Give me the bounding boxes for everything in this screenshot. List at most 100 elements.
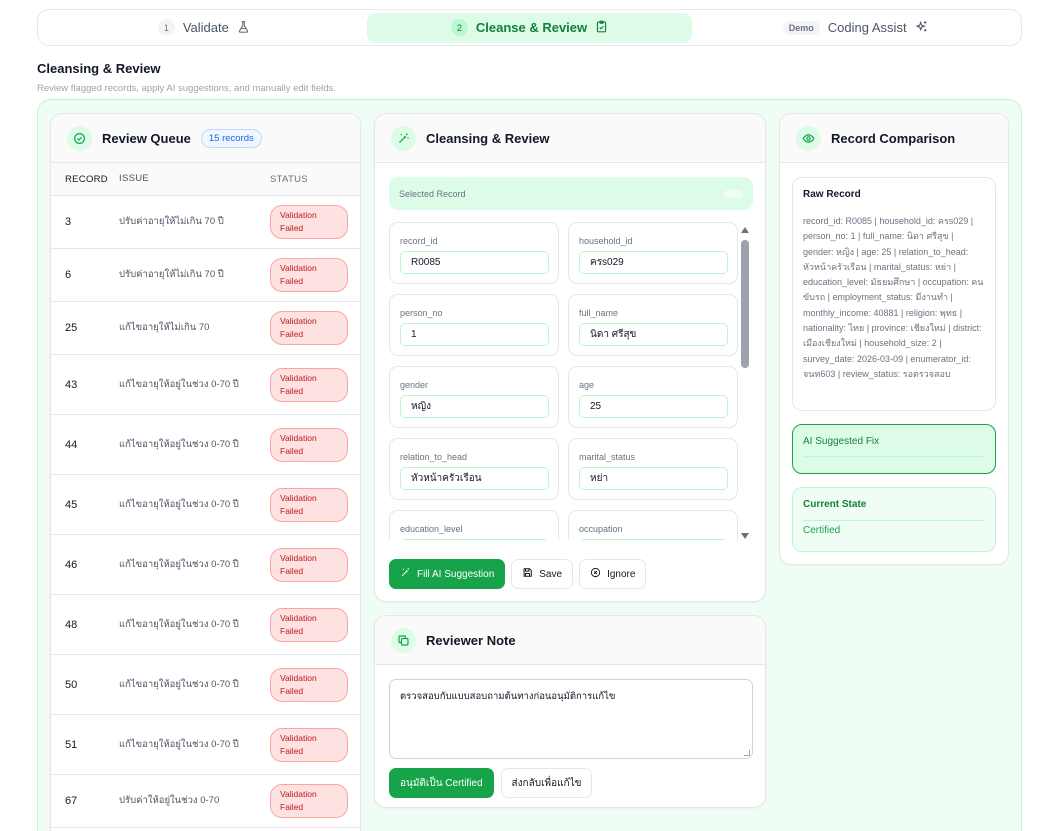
- status-badge: Validation Failed: [270, 487, 348, 522]
- card-title: Reviewer Note: [426, 632, 516, 648]
- table-row[interactable]: 51 แก้ไขอายุให้อยู่ในช่วง 0-70 ปี Validati…: [51, 715, 360, 775]
- selected-record-toggle[interactable]: [724, 189, 743, 198]
- field-relation-to-head: relation_to_head หัวหน้าครัวเรือน: [389, 438, 559, 500]
- status-cell: Validation Failed: [256, 487, 360, 522]
- check-circle-icon: [67, 125, 92, 151]
- household-id-input[interactable]: ครs029: [579, 251, 728, 274]
- demo-badge: Demo: [782, 20, 820, 35]
- issue-cell: ปรับค่าให้อยู่ในช่วง 0-70: [119, 795, 220, 806]
- status-badge: Validation Failed: [270, 667, 348, 702]
- status-cell: Validation Failed: [256, 784, 360, 818]
- resize-handle[interactable]: [744, 750, 750, 756]
- step-number: 2: [450, 19, 468, 36]
- step-label: Coding Assist: [827, 20, 907, 35]
- record-id-cell: 50: [65, 678, 78, 691]
- current-state-title: Current State: [803, 499, 867, 510]
- step-coding-assist[interactable]: Demo Coding Assist: [692, 13, 1018, 43]
- person-no-input[interactable]: 1: [400, 323, 549, 346]
- field-label: household_id: [579, 236, 633, 246]
- table-row[interactable]: 25 แก้ไขอายุให้ไม่เกิน 70 Validation Faile…: [51, 302, 360, 355]
- status-badge: Validation Failed: [270, 205, 348, 239]
- record-fields: record_id R0085 household_id ครs029 pers…: [389, 222, 739, 540]
- status-cell: Validation Failed: [256, 311, 360, 345]
- record-id-cell: 25: [65, 322, 78, 334]
- field-label: person_no: [400, 308, 443, 318]
- field-age: age 25: [568, 366, 738, 428]
- issue-cell: แก้ไขอายุให้อยู่ในช่วง 0-70 ปี: [119, 378, 239, 390]
- status-cell: Validation Failed: [256, 367, 360, 402]
- step-cleanse-review[interactable]: 2 Cleanse & Review: [366, 12, 693, 43]
- marital-status-input[interactable]: หย่า: [579, 467, 728, 490]
- issue-cell: แก้ไขอายุให้ไม่เกิน 70: [119, 322, 210, 333]
- full-name-input[interactable]: นิดา ศรีสุข: [579, 323, 728, 346]
- field-label: age: [579, 380, 595, 390]
- field-label: marital_status: [579, 452, 636, 462]
- field-full-name: full_name นิดา ศรีสุข: [568, 294, 738, 356]
- education-level-input[interactable]: [400, 539, 549, 540]
- copy-icon: [391, 627, 416, 653]
- x-circle-icon: [590, 567, 601, 581]
- gender-input[interactable]: หญิง: [400, 395, 549, 418]
- button-label: Fill AI Suggestion: [417, 568, 495, 580]
- card-header: Record Comparison: [780, 114, 1008, 163]
- sparkles-icon: [915, 20, 928, 36]
- card-header: Reviewer Note: [375, 616, 765, 665]
- card-header: Cleansing & Review: [375, 114, 765, 163]
- reviewer-note-textarea[interactable]: ตรวจสอบกับแบบสอบถามต้นทางก่อนอนุมัติการแ…: [389, 679, 753, 759]
- occupation-input[interactable]: [579, 539, 728, 540]
- table-row[interactable]: 43 แก้ไขอายุให้อยู่ในช่วง 0-70 ปี Validati…: [51, 355, 360, 415]
- record-id-cell: 43: [65, 378, 78, 391]
- table-row[interactable]: 3 ปรับค่าอายุให้ไม่เกิน 70 ปี Validation F…: [51, 196, 360, 249]
- field-label: occupation: [579, 524, 623, 534]
- field-label: gender: [400, 380, 429, 390]
- magic-wand-icon: [400, 567, 411, 581]
- status-badge: Validation Failed: [270, 258, 348, 292]
- fill-ai-suggestion-button[interactable]: Fill AI Suggestion: [389, 559, 506, 589]
- status-cell: Validation Failed: [256, 607, 360, 642]
- table-row[interactable]: 48 แก้ไขอายุให้อยู่ในช่วง 0-70 ปี Validati…: [51, 595, 360, 655]
- table-row[interactable]: 67 ปรับค่าให้อยู่ในช่วง 0-70 Validation Fa…: [51, 775, 360, 828]
- divider: [803, 520, 985, 521]
- ignore-button[interactable]: Ignore: [579, 559, 647, 589]
- field-label: record_id: [400, 236, 438, 246]
- issue-cell: แก้ไขอายุให้อยู่ในช่วง 0-70 ปี: [119, 678, 239, 690]
- selected-record-bar: Selected Record: [389, 177, 753, 210]
- workflow-stepper: 1 Validate 2 Cleanse & Review Demo Codin…: [37, 9, 1022, 46]
- scroll-thumb[interactable]: [741, 240, 749, 368]
- step-validate[interactable]: 1 Validate: [41, 13, 367, 43]
- record-id-cell: 6: [65, 269, 72, 281]
- fields-scrollbar[interactable]: [739, 227, 751, 539]
- table-row[interactable]: 46 แก้ไขอายุให้อยู่ในช่วง 0-70 ปี Validati…: [51, 535, 360, 595]
- scroll-down-arrow[interactable]: [741, 533, 749, 539]
- field-label: education_level: [400, 524, 463, 534]
- status-badge: Validation Failed: [270, 427, 348, 462]
- issue-cell: แก้ไขอายุให้อยู่ในช่วง 0-70 ปี: [119, 498, 239, 510]
- raw-record-title: Raw Record: [803, 189, 861, 200]
- table-row[interactable]: 44 แก้ไขอายุให้อยู่ในช่วง 0-70 ปี Validati…: [51, 415, 360, 475]
- clipboard-check-icon: [595, 20, 608, 36]
- cleansing-review-card: Cleansing & Review Selected Record recor…: [374, 113, 766, 602]
- table-row[interactable]: 6 ปรับค่าอายุให้ไม่เกิน 70 ปี Validation F…: [51, 249, 360, 302]
- approve-certified-button[interactable]: อนุมัติเป็น Certified: [389, 768, 494, 798]
- scroll-up-arrow[interactable]: [741, 227, 749, 233]
- table-row[interactable]: 50 แก้ไขอายุให้อยู่ในช่วง 0-70 ปี Validati…: [51, 655, 360, 715]
- status-cell: Validation Failed: [256, 667, 360, 702]
- table-row[interactable]: 45 แก้ไขอายุให้อยู่ในช่วง 0-70 ปี Validati…: [51, 475, 360, 535]
- raw-record-text: record_id: R0085 | household_id: ครs029 …: [803, 216, 984, 379]
- issue-cell: แก้ไขอายุให้อยู่ในช่วง 0-70 ปี: [119, 558, 239, 570]
- age-input[interactable]: 25: [579, 395, 728, 418]
- status-badge: Validation Failed: [270, 784, 348, 818]
- status-cell: Validation Failed: [256, 547, 360, 582]
- relation-to-head-input[interactable]: หัวหน้าครัวเรือน: [400, 467, 549, 490]
- issue-cell: ปรับค่าอายุให้ไม่เกิน 70 ปี: [119, 269, 224, 280]
- flask-icon: [237, 20, 250, 36]
- save-button[interactable]: Save: [511, 559, 574, 589]
- record-id-input[interactable]: R0085: [400, 251, 549, 274]
- record-id-cell: 51: [65, 738, 78, 751]
- field-gender: gender หญิง: [389, 366, 559, 428]
- return-for-edit-button[interactable]: ส่งกลับเพื่อแก้ไข: [500, 768, 593, 798]
- note-actions: อนุมัติเป็น Certified ส่งกลับเพื่อแก้ไข: [389, 768, 593, 798]
- field-occupation: occupation: [568, 510, 738, 540]
- current-state-value: Certified: [803, 525, 841, 536]
- field-label: relation_to_head: [400, 452, 468, 462]
